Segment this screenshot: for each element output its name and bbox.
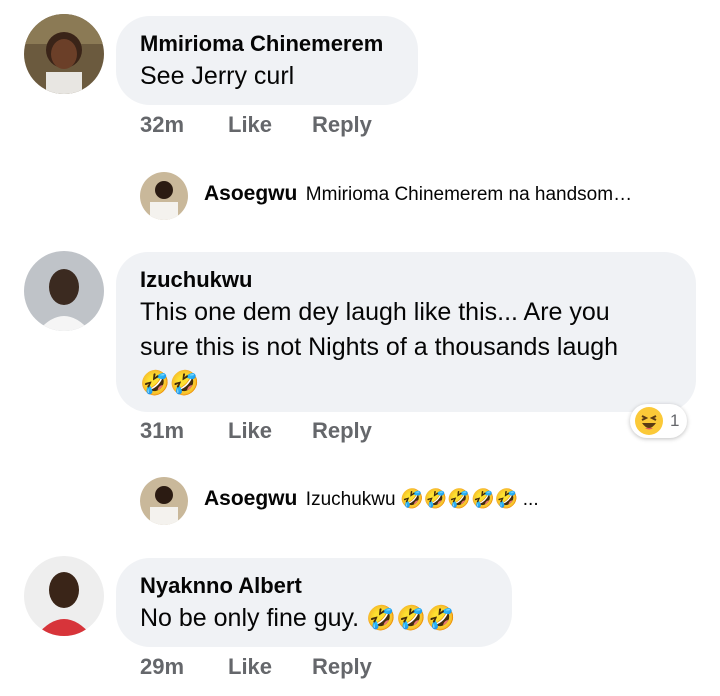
avatar-asoegwu[interactable] [140,172,188,220]
avatar-asoegwu[interactable] [140,477,188,525]
comment-text-line: sure this is not Nights of a thousands l… [140,333,619,361]
laughing-emoji-icon: 🤣🤣🤣🤣🤣 [400,489,519,510]
comment-author[interactable]: Izuchukwu [140,267,252,293]
like-button[interactable]: Like [228,654,272,680]
comment-text-content: No be only fine guy. [140,604,360,632]
reply-text: Mmirioma Chinemerem na handsom… [305,184,633,205]
comment-time[interactable]: 29m [140,654,184,680]
like-button[interactable]: Like [228,112,272,138]
avatar-mmirioma[interactable] [24,14,104,94]
reaction-count: 1 [670,411,680,430]
avatar-nyaknno[interactable] [24,556,104,636]
reply-button[interactable]: Reply [312,418,372,444]
comment-time[interactable]: 32m [140,112,184,138]
comment-time[interactable]: 31m [140,418,184,444]
reply-button[interactable]: Reply [312,112,372,138]
comment-text: See Jerry curl [140,62,295,90]
laughing-face-icon [634,406,664,436]
truncation-ellipsis: ... [522,489,539,510]
reply-preview[interactable]: Asoegwu Mmirioma Chinemerem na handsom… [204,182,632,206]
laughing-emoji-icon: 🤣🤣 [140,370,200,397]
reply-text: Izuchukwu [305,489,396,510]
like-button[interactable]: Like [228,418,272,444]
comment-text-line: This one dem dey laugh like this... Are … [140,298,610,326]
reply-button[interactable]: Reply [312,654,372,680]
reaction-summary[interactable]: 1 [630,404,688,438]
reply-author[interactable]: Asoegwu [204,182,297,205]
comment-text: No be only fine guy. 🤣🤣🤣 [140,601,456,636]
comment-author[interactable]: Nyaknno Albert [140,573,302,599]
reply-author[interactable]: Asoegwu [204,487,297,510]
laughing-emoji-icon: 🤣🤣🤣 [366,605,456,632]
reply-preview[interactable]: Asoegwu Izuchukwu 🤣🤣🤣🤣🤣 ... [204,487,539,511]
comment-author[interactable]: Mmirioma Chinemerem [140,31,383,57]
avatar-izuchukwu[interactable] [24,251,104,331]
